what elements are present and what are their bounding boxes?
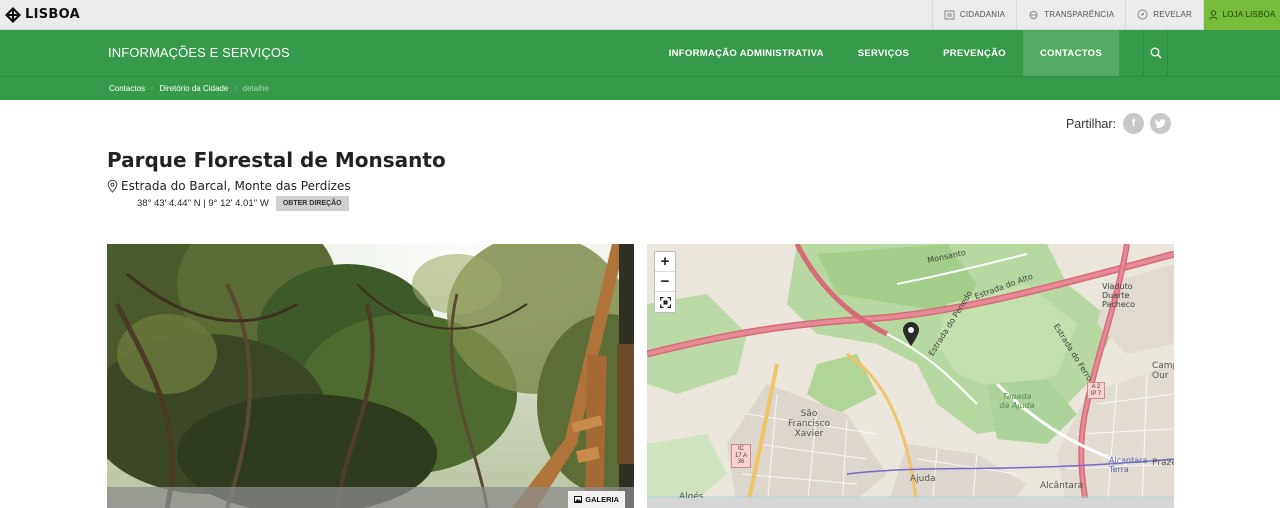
lisboa-emblem-icon xyxy=(5,6,21,23)
top-link-label: Cidadania xyxy=(959,10,1006,19)
section-title[interactable]: INFORMAÇÕES E SERVIÇOS xyxy=(108,45,290,60)
top-link-label: Revelar xyxy=(1153,10,1192,19)
breadcrumb-diretorio[interactable]: Diretório da Cidade xyxy=(159,84,228,93)
main-nav: INFORMAÇÕES E SERVIÇOS Informação admini… xyxy=(0,30,1280,76)
map-footer-strip xyxy=(647,498,1174,508)
address: Estrada do Barcal, Monte das Perdizes xyxy=(107,179,351,193)
coordinates-row: 38° 43' 4.44'' N | 9° 12' 4.01'' W OBTER… xyxy=(137,196,349,211)
top-link-transparencia[interactable]: Transparência xyxy=(1016,0,1125,30)
nav-contactos[interactable]: Contactos xyxy=(1023,30,1119,76)
share-label: Partilhar: xyxy=(1065,116,1116,131)
top-link-label: Transparência xyxy=(1044,10,1115,19)
top-link-label: Loja Lisboa xyxy=(1222,10,1276,19)
breadcrumb-separator: › xyxy=(151,85,154,92)
fullscreen-button[interactable] xyxy=(655,292,675,312)
breadcrumb-contactos[interactable]: Contactos xyxy=(109,84,145,93)
location-pin-icon xyxy=(107,179,118,193)
gallery-strip xyxy=(107,487,634,508)
forest-photo-image xyxy=(107,244,634,508)
zoom-in-button[interactable]: + xyxy=(655,252,675,272)
map-zoom-control: + − xyxy=(654,251,676,313)
map-label-praze: Praze xyxy=(1152,458,1174,468)
get-directions-button[interactable]: OBTER DIREÇÃO xyxy=(275,196,349,211)
nav-prevencao[interactable]: Prevenção xyxy=(926,30,1023,76)
lisboa-logo[interactable]: LISBOA xyxy=(0,6,80,24)
facebook-icon[interactable]: f xyxy=(1123,113,1144,134)
transparency-icon xyxy=(1029,10,1038,19)
coordinates-text: 38° 43' 4.44'' N | 9° 12' 4.01'' W xyxy=(137,198,269,209)
map-label-sao-francisco: São Francisco Xavier xyxy=(787,409,831,439)
search-icon xyxy=(1150,47,1161,59)
gallery-button[interactable]: GALERIA xyxy=(568,491,625,508)
top-links: Cidadania Transparência Revelar Loja Lis… xyxy=(931,0,1280,30)
top-bar: LISBOA Cidadania Transparência Revelar L… xyxy=(0,0,1280,30)
map-tiles xyxy=(647,244,1174,508)
top-link-revelar[interactable]: Revelar xyxy=(1125,0,1203,30)
map-label-campo: Camp Our xyxy=(1152,361,1174,381)
map-label-alcantara-terra: Alcantara Terra xyxy=(1109,456,1148,474)
top-link-cidadania[interactable]: Cidadania xyxy=(931,0,1016,30)
map-label-tapada: Tapada da Ajuda xyxy=(999,392,1035,410)
search-button[interactable] xyxy=(1143,30,1168,76)
top-link-loja-lisboa[interactable]: Loja Lisboa xyxy=(1203,0,1280,30)
breadcrumb-separator: › xyxy=(234,85,237,92)
location-map[interactable]: Estrada do Alto Estrada do Penedo Estrad… xyxy=(647,244,1174,508)
nav-informacao-administrativa[interactable]: Informação administrativa xyxy=(652,30,841,76)
nav-links: Informação administrativa Serviços Preve… xyxy=(652,30,1168,76)
breadcrumb-detalhe: detalhe xyxy=(242,84,269,93)
address-text: Estrada do Barcal, Monte das Perdizes xyxy=(121,179,351,193)
map-label-ajuda: Ajuda xyxy=(910,474,936,484)
twitter-icon[interactable] xyxy=(1150,113,1171,134)
road-badge-ic17: IC 17 A 36 xyxy=(731,444,751,468)
breadcrumb: Contactos › Diretório da Cidade › detalh… xyxy=(0,76,1280,100)
map-label-alcantara: Alcântara xyxy=(1040,481,1084,491)
image-icon xyxy=(574,496,583,503)
page-title: Parque Florestal de Monsanto xyxy=(107,148,446,172)
fullscreen-icon xyxy=(659,296,671,308)
gallery-label: GALERIA xyxy=(585,495,619,504)
share-bar: Partilhar: f xyxy=(1066,113,1171,134)
user-icon xyxy=(1208,9,1218,20)
place-photo[interactable]: GALERIA xyxy=(107,244,634,508)
road-badge-a2: A 2 IP 7 xyxy=(1087,382,1105,399)
compass-icon xyxy=(1137,9,1148,20)
building-icon xyxy=(944,10,955,19)
map-marker-icon[interactable] xyxy=(902,321,920,347)
zoom-out-button[interactable]: − xyxy=(655,272,675,292)
nav-servicos[interactable]: Serviços xyxy=(841,30,926,76)
brand-name: LISBOA xyxy=(25,7,80,22)
map-label-viaduto: Viaduto Duarte Pacheco xyxy=(1102,282,1136,309)
